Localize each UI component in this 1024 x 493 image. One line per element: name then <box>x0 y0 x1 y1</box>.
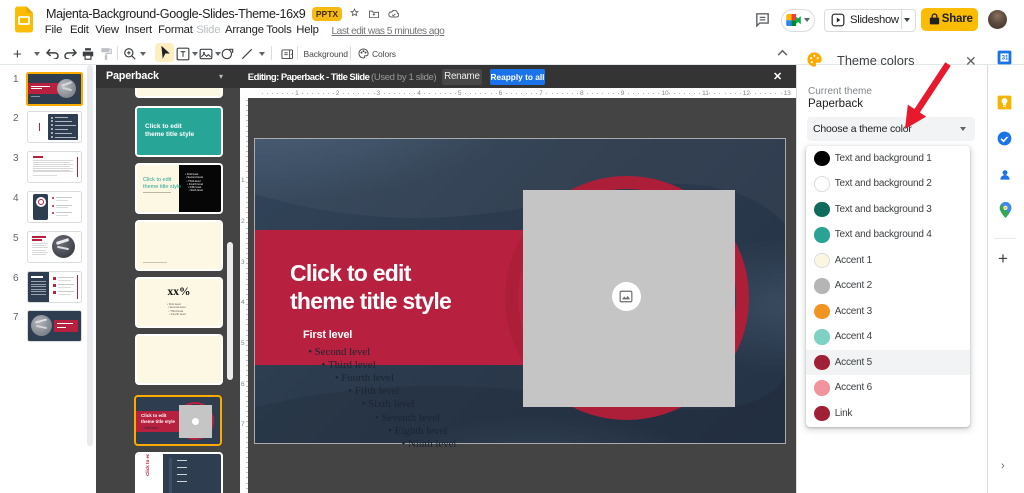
svg-text:31: 31 <box>1002 56 1009 62</box>
